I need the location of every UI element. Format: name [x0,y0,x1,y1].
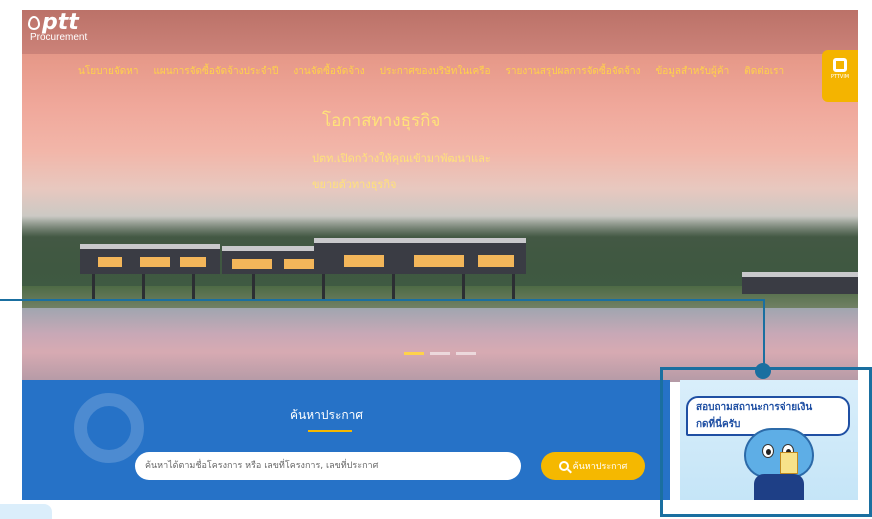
hero-building-far [742,272,858,294]
header-band [22,10,858,54]
mascot-body [754,474,804,500]
search-input[interactable] [135,452,521,480]
hero-subtitle: ปตท.เปิดกว้างให้คุณเข้ามาพัฒนาและ ขยายตั… [312,146,491,198]
main-nav: นโยบายจัดหา แผนการจัดซื้อจัดจ้างประจำปี … [78,64,784,79]
hero-water [22,308,858,382]
ptt-logo[interactable]: ptt Procurement [28,10,87,43]
highlight-dot [755,363,771,379]
page: ptt Procurement นโยบายจัดหา แผนการจัดซื้… [0,0,872,519]
highlight-line-vertical [763,299,765,369]
search-button[interactable]: ค้นหาประกาศ [541,452,645,480]
slide-indicator [404,352,476,355]
corner-tab[interactable] [0,504,52,519]
hero-banner: ptt Procurement นโยบายจัดหา แผนการจัดซื้… [22,10,858,382]
nav-item-procurement-work[interactable]: งานจัดซื้อจัดจ้าง [293,64,364,79]
nav-item-annual-plan[interactable]: แผนการจัดซื้อจัดจ้างประจำปี [153,64,278,79]
search-icon [558,461,569,471]
nav-item-contact[interactable]: ติดต่อเรา [744,64,784,79]
highlight-line-horizontal [0,299,765,301]
mascot-illustration [736,428,822,500]
mascot-head [744,428,814,478]
hero-subtitle-line2: ขยายตัวทางธุรกิจ [312,178,397,191]
mascot-eye-left [762,444,774,458]
nav-item-procurement-policy[interactable]: นโยบายจัดหา [78,64,138,79]
search-panel: ค้นหาประกาศ ค้นหาประกาศ [22,380,670,500]
hero-building-left [80,244,220,274]
search-button-label: ค้นหาประกาศ [572,462,628,472]
pttvim-button[interactable]: PTTVIM [822,50,858,102]
decorative-ring [74,393,144,463]
slide-dot-2[interactable] [430,352,450,355]
nav-item-affiliate-announcements[interactable]: ประกาศของบริษัทในเครือ [380,64,491,79]
hero-subtitle-line1: ปตท.เปิดกว้างให้คุณเข้ามาพัฒนาและ [312,152,491,165]
nav-item-supplier-info[interactable]: ข้อมูลสำหรับผู้ค้า [655,64,729,79]
search-title: ค้นหาประกาศ [290,408,364,422]
mascot-card [780,452,798,474]
hero-building-right [314,238,526,274]
pttvim-icon [833,58,847,72]
search-title-underline [308,430,352,432]
nav-item-summary-report[interactable]: รายงานสรุปผลการจัดซื้อจัดจ้าง [506,64,641,79]
slide-dot-1[interactable] [404,352,424,355]
promo-line1: สอบถามสถานะการจ่ายเงิน [696,402,813,413]
logo-subtext: Procurement [30,32,88,43]
payment-status-promo[interactable]: สอบถามสถานะการจ่ายเงิน กดที่นี่ครับ [680,380,858,500]
pttvim-label: PTTVIM [830,74,850,80]
flame-icon [28,16,40,30]
slide-dot-3[interactable] [456,352,476,355]
hero-title: โอกาสทางธุรกิจ [322,111,441,131]
